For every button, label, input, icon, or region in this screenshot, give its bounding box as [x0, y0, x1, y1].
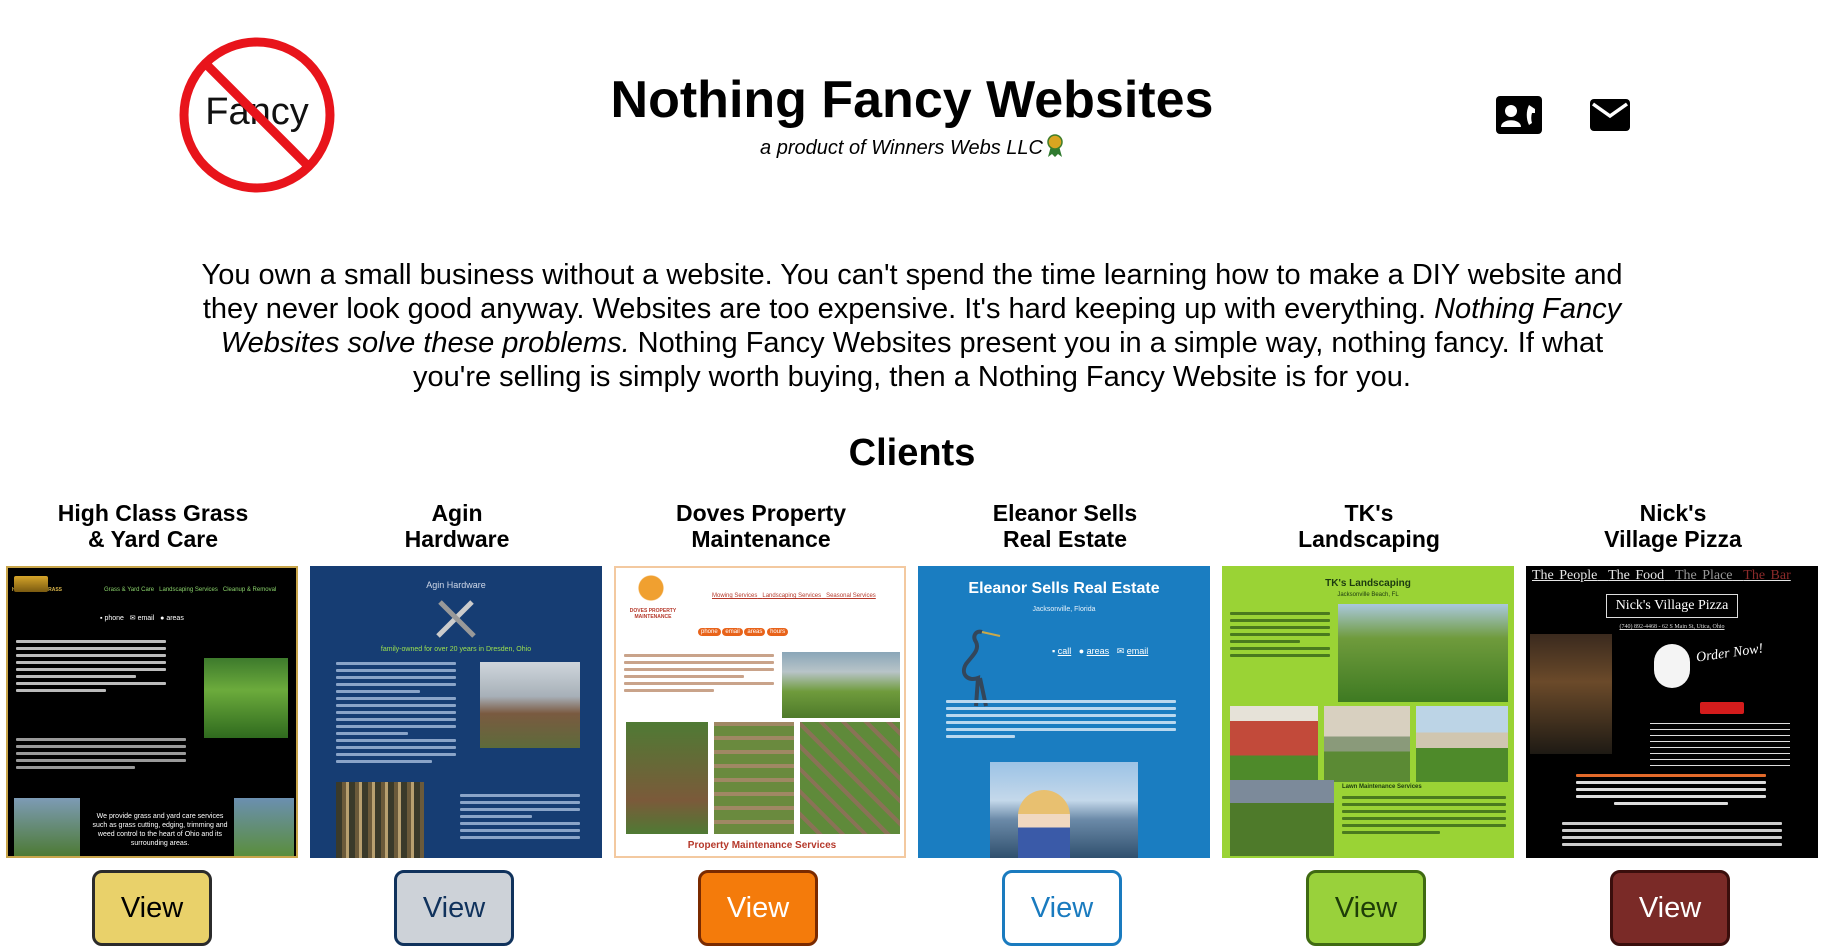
client-name-line2: & Yard Care — [88, 526, 218, 552]
thumb-title: TK's Landscaping — [1325, 578, 1411, 589]
lawn-photo-2 — [1230, 780, 1334, 856]
chef-illustration — [1654, 644, 1690, 688]
lawn-photo — [1338, 604, 1508, 702]
thumb-text — [624, 654, 774, 696]
thumb-logo — [14, 576, 48, 592]
garden-photo — [626, 722, 708, 834]
client-name-line2: Real Estate — [1002, 526, 1127, 552]
lawn-photo-2 — [14, 798, 80, 856]
client-card-tks-landscaping: TK's Landscaping TK's Landscaping Jackson… — [1222, 500, 1516, 949]
thumb-quote — [16, 738, 186, 773]
storefront-photo — [1530, 634, 1612, 754]
client-name: Nick's Village Pizza — [1516, 500, 1824, 552]
client-card-high-class-grass: High Class Grass& Yard Care HIGH CLASS G… — [6, 500, 300, 949]
client-name-line1: Eleanor Sells — [992, 500, 1138, 526]
yard-photo-2 — [1416, 706, 1508, 782]
dove-logo — [622, 572, 680, 612]
thumb-order: Order Now! — [1695, 641, 1765, 666]
thumb-footer: Property Maintenance Services — [687, 840, 837, 851]
house-photo — [1230, 706, 1318, 782]
client-thumbnail[interactable]: The People The Food The Place The Bar Ni… — [1526, 566, 1818, 858]
thumb-title: Eleanor Sells Real Estate — [968, 580, 1160, 597]
thumb-links: ▪ phone ✉ email ● areas — [100, 615, 184, 622]
thumb-notice — [1576, 774, 1766, 809]
client-name: TK's Landscaping — [1212, 500, 1526, 552]
thumb-nav: Mowing Services Landscaping Services Sea… — [712, 593, 876, 599]
shelves-photo — [336, 782, 424, 858]
subtitle-text: a product of Winners Webs LLC — [760, 137, 1043, 159]
garden-photo-2 — [714, 722, 794, 834]
client-thumbnail[interactable]: Eleanor Sells Real Estate Jacksonville, … — [918, 566, 1210, 858]
lawn-photo — [204, 658, 288, 738]
client-name-line2: Hardware — [404, 526, 510, 552]
thumb-location: Jacksonville Beach, FL — [1337, 592, 1399, 598]
house-photo — [234, 798, 294, 856]
thumb-nav: Grass & Yard Care Landscaping Services C… — [104, 587, 277, 593]
thumb-text — [946, 700, 1176, 742]
thumb-text — [1230, 612, 1330, 661]
client-name: Agin Hardware — [300, 500, 614, 552]
client-thumbnail[interactable]: DOVES PROPERTY MAINTENANCE Mowing Servic… — [614, 566, 906, 858]
thumb-nav: The People The Food The Place The Bar — [1532, 568, 1791, 583]
client-card-agin-hardware: Agin Hardware Agin Hardware family-owned … — [310, 500, 604, 949]
garden-photo-3 — [800, 722, 900, 834]
intro-text-1: You own a small business without a websi… — [201, 259, 1623, 325]
client-name-line2: Village Pizza — [1604, 526, 1742, 552]
thumb-location: Jacksonville, Florida — [1032, 606, 1096, 613]
client-thumbnail[interactable]: HIGH CLASS GRASS Grass & Yard Care Lands… — [6, 566, 298, 858]
heron-illustration — [961, 629, 1001, 707]
thumb-links: phone email areas hours — [698, 628, 789, 637]
clients-heading: Clients — [848, 432, 976, 474]
client-name-line1: High Class Grass — [57, 500, 249, 526]
view-button[interactable]: View — [92, 870, 212, 946]
thumb-title: Agin Hardware — [426, 580, 486, 590]
thumb-text — [16, 640, 166, 696]
thumb-footer: We provide grass and yard care services … — [92, 813, 228, 847]
thumb-text — [1562, 822, 1782, 850]
site-title: Nothing Fancy Websites — [610, 71, 1214, 129]
view-button[interactable]: View — [394, 870, 514, 946]
store-photo — [480, 662, 580, 748]
client-name: Eleanor Sells Real Estate — [908, 500, 1222, 552]
client-name-line2: Maintenance — [691, 526, 831, 552]
view-button[interactable]: View — [1306, 870, 1426, 946]
thumb-tagline: family-owned for over 20 years in Dresde… — [380, 646, 532, 653]
client-card-doves-property: Doves Property Maintenance DOVES PROPERTY… — [614, 500, 908, 949]
client-name-line2: Landscaping — [1298, 526, 1440, 552]
thumb-title: Nick's Village Pizza — [1606, 594, 1738, 618]
client-name-line1: Nick's — [1639, 500, 1707, 526]
realtor-photo — [1018, 790, 1070, 858]
award-ribbon-icon — [1047, 134, 1063, 157]
client-card-nicks-pizza: Nick's Village Pizza The People The Food … — [1526, 500, 1820, 949]
thumb-section: Lawn Maintenance Services — [1342, 784, 1422, 790]
client-name-line1: Doves Property — [675, 500, 846, 526]
client-card-eleanor-sells: Eleanor Sells Real Estate Eleanor Sells R… — [918, 500, 1212, 949]
thumb-phone: (740) 892-4468 - 62 S Main St, Utica, Oh… — [1619, 624, 1725, 630]
view-button[interactable]: View — [698, 870, 818, 946]
client-name-line1: TK's — [1344, 500, 1394, 526]
client-name-line1: Agin — [431, 500, 483, 526]
hammer-wrench-icon — [436, 600, 476, 638]
yard-photo — [782, 652, 900, 718]
thumb-quote — [460, 794, 580, 843]
client-name: High Class Grass & Yard Care — [0, 500, 310, 552]
thumb-text-2 — [1342, 796, 1506, 838]
order-button — [1700, 702, 1744, 714]
hours-table — [1650, 720, 1790, 766]
yard-photo — [1324, 706, 1410, 782]
thumb-text — [336, 662, 456, 767]
client-name: Doves Property Maintenance — [604, 500, 918, 552]
thumb-brand: DOVES PROPERTY MAINTENANCE — [629, 608, 677, 620]
client-thumbnail[interactable]: TK's Landscaping Jacksonville Beach, FL … — [1222, 566, 1514, 858]
site-subtitle: a product of Winners Webs LLC — [0, 134, 1824, 160]
thumb-links: ▪ call ● areas ✉ email — [1052, 646, 1149, 656]
envelope-icon[interactable] — [1590, 99, 1630, 131]
contact-card-icon[interactable] — [1496, 96, 1542, 134]
view-button[interactable]: View — [1002, 870, 1122, 946]
intro-paragraph: You own a small business without a websi… — [180, 258, 1644, 394]
client-thumbnail[interactable]: Agin Hardware family-owned for over 20 y… — [310, 566, 602, 858]
view-button[interactable]: View — [1610, 870, 1730, 946]
